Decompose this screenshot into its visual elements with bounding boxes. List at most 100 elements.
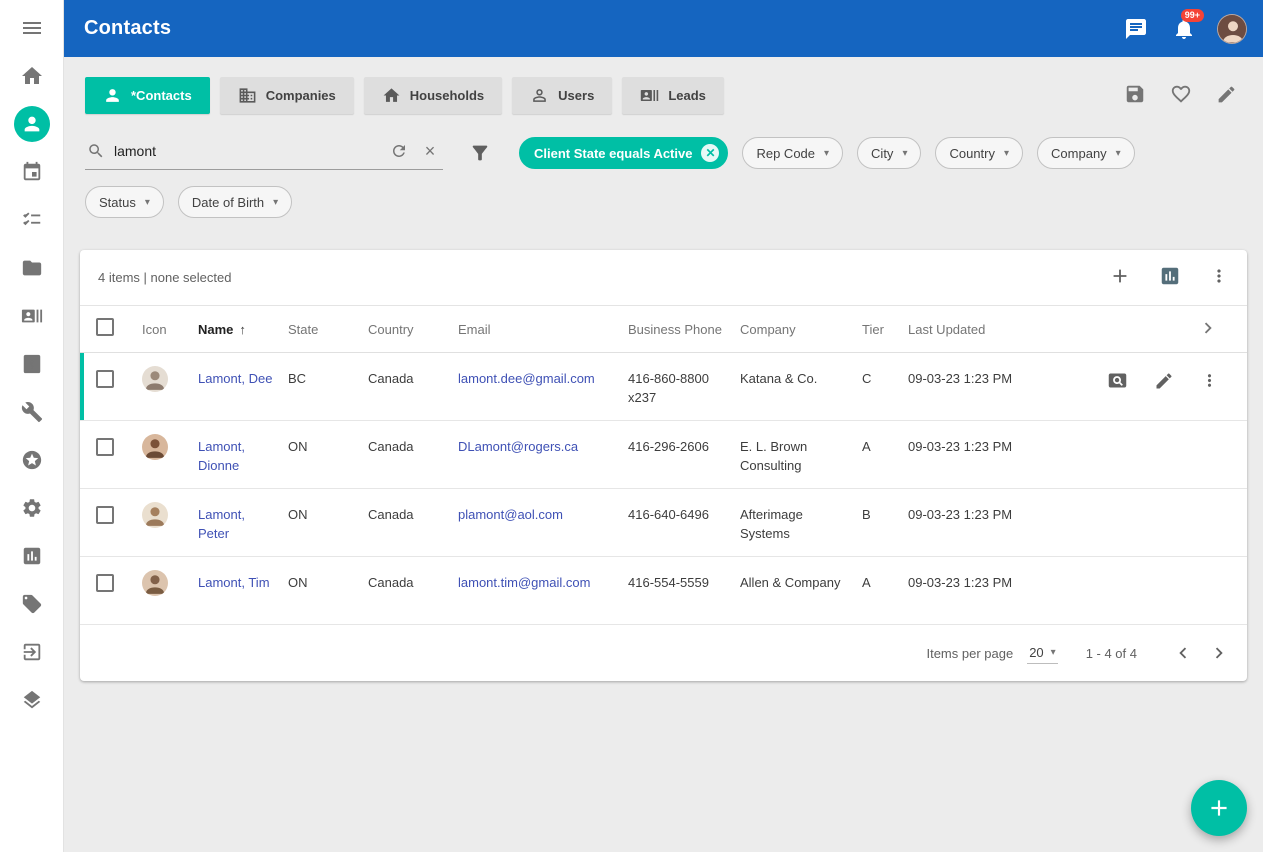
page-title: Contacts bbox=[84, 17, 171, 40]
tab-companies[interactable]: Companies bbox=[220, 77, 354, 114]
sidebar-item-tools[interactable] bbox=[12, 392, 52, 432]
contact-name-link[interactable]: Lamont, Tim bbox=[198, 575, 270, 590]
wrench-icon bbox=[21, 401, 43, 423]
sidebar-item-billing[interactable]: $ bbox=[12, 344, 52, 384]
column-header-company[interactable]: Company bbox=[740, 320, 862, 339]
table-row[interactable]: Lamont, Tim ON Canada lamont.tim@gmail.c… bbox=[80, 557, 1247, 625]
sidebar-item-layers[interactable] bbox=[12, 680, 52, 720]
contact-avatar bbox=[142, 502, 168, 528]
clear-search-button[interactable]: × bbox=[419, 140, 441, 162]
items-per-page-select[interactable]: 20▾ bbox=[1027, 643, 1058, 664]
preview-icon bbox=[1107, 370, 1128, 391]
sidebar-item-calendar[interactable] bbox=[12, 152, 52, 192]
sidebar-item-contacts[interactable] bbox=[12, 104, 52, 144]
select-all-checkbox[interactable] bbox=[96, 318, 114, 336]
chevron-down-icon: ▾ bbox=[145, 197, 150, 208]
next-page-button[interactable] bbox=[1201, 635, 1237, 671]
refresh-button[interactable] bbox=[388, 140, 410, 162]
tab-households[interactable]: Households bbox=[364, 77, 502, 114]
tab-users[interactable]: Users bbox=[512, 77, 612, 114]
add-column-button[interactable] bbox=[1109, 265, 1131, 290]
filter-chip-date-of-birth[interactable]: Date of Birth ▾ bbox=[178, 186, 292, 218]
chevron-down-icon: ▾ bbox=[273, 197, 278, 208]
sidebar-item-tasks[interactable] bbox=[12, 200, 52, 240]
contact-name-link[interactable]: Lamont, Peter bbox=[198, 507, 245, 541]
contact-email-link[interactable]: plamont@aol.com bbox=[458, 507, 563, 522]
filter-button[interactable] bbox=[465, 138, 495, 168]
table-row[interactable]: Lamont, Peter ON Canada plamont@aol.com … bbox=[80, 489, 1247, 557]
tab-label: *Contacts bbox=[131, 88, 192, 103]
tab-leads[interactable]: Leads bbox=[622, 77, 724, 114]
column-header-business-phone[interactable]: Business Phone bbox=[628, 320, 740, 339]
previous-page-button[interactable] bbox=[1165, 635, 1201, 671]
column-header-last-updated[interactable]: Last Updated bbox=[908, 320, 1058, 339]
contact-name-link[interactable]: Lamont, Dee bbox=[198, 371, 272, 386]
search-field: × bbox=[85, 136, 443, 170]
table-row[interactable]: Lamont, Dionne ON Canada DLamont@rogers.… bbox=[80, 421, 1247, 489]
menu-button[interactable] bbox=[12, 8, 52, 48]
sidebar-item-home[interactable] bbox=[12, 56, 52, 96]
chip-label: City bbox=[871, 146, 893, 161]
add-contact-fab[interactable] bbox=[1191, 780, 1247, 836]
tab-contacts[interactable]: *Contacts bbox=[85, 77, 210, 114]
filter-chip-company[interactable]: Company▾ bbox=[1037, 137, 1135, 169]
preview-button[interactable] bbox=[1107, 370, 1128, 394]
cell-state: BC bbox=[288, 369, 368, 388]
column-header-country[interactable]: Country bbox=[368, 320, 458, 339]
column-header-name[interactable]: Name↑ bbox=[198, 320, 288, 339]
home-icon bbox=[20, 64, 44, 88]
favorite-button[interactable] bbox=[1170, 83, 1192, 108]
list-more-button[interactable] bbox=[1209, 266, 1229, 289]
table-row[interactable]: Lamont, Dee BC Canada lamont.dee@gmail.c… bbox=[80, 353, 1247, 421]
chart-view-button[interactable] bbox=[1159, 265, 1181, 290]
filter-row-2: Status▾ Date of Birth ▾ bbox=[85, 186, 1247, 218]
active-indicator bbox=[14, 106, 50, 142]
cell-country: Canada bbox=[368, 505, 458, 524]
chevron-left-icon bbox=[1172, 642, 1194, 664]
pagination-range: 1 - 4 of 4 bbox=[1086, 646, 1137, 661]
sidebar-item-reports[interactable] bbox=[12, 536, 52, 576]
filter-chip-status[interactable]: Status▾ bbox=[85, 186, 164, 218]
sidebar-item-documents[interactable] bbox=[12, 248, 52, 288]
active-filter-chip[interactable]: Client State equals Active ✕ bbox=[519, 137, 728, 169]
list-toolbar: 4 items | none selected bbox=[80, 250, 1247, 306]
contact-email-link[interactable]: lamont.tim@gmail.com bbox=[458, 575, 590, 590]
filter-chip-rep-code[interactable]: Rep Code▾ bbox=[742, 137, 843, 169]
row-checkbox[interactable] bbox=[96, 370, 114, 388]
sidebar-item-contact-cards[interactable] bbox=[12, 296, 52, 336]
row-checkbox[interactable] bbox=[96, 438, 114, 456]
save-view-button[interactable] bbox=[1124, 83, 1146, 108]
edit-view-button[interactable] bbox=[1216, 84, 1237, 108]
scroll-columns-right-button[interactable] bbox=[1197, 317, 1219, 342]
row-checkbox[interactable] bbox=[96, 574, 114, 592]
column-header-email[interactable]: Email bbox=[458, 320, 628, 339]
sidebar-item-featured[interactable] bbox=[12, 440, 52, 480]
chip-label: Date of Birth bbox=[192, 195, 264, 210]
column-header-tier[interactable]: Tier bbox=[862, 320, 908, 339]
edit-row-button[interactable] bbox=[1154, 371, 1174, 394]
account-button[interactable] bbox=[1211, 8, 1253, 50]
chat-button[interactable] bbox=[1115, 8, 1157, 50]
remove-filter-icon[interactable]: ✕ bbox=[701, 144, 719, 162]
row-checkbox[interactable] bbox=[96, 506, 114, 524]
tab-label: Users bbox=[558, 88, 594, 103]
cell-phone: 416-296-2606 bbox=[628, 437, 740, 456]
filter-chip-city[interactable]: City▾ bbox=[857, 137, 921, 169]
sidebar-item-tags[interactable] bbox=[12, 584, 52, 624]
heart-icon bbox=[1170, 83, 1192, 105]
notifications-button[interactable]: 99+ bbox=[1163, 8, 1205, 50]
funnel-icon bbox=[469, 142, 491, 164]
contact-email-link[interactable]: DLamont@rogers.ca bbox=[458, 439, 578, 454]
column-header-icon[interactable]: Icon bbox=[142, 320, 198, 339]
contact-email-link[interactable]: lamont.dee@gmail.com bbox=[458, 371, 595, 386]
sidebar-item-exit[interactable] bbox=[12, 632, 52, 672]
tasks-icon bbox=[21, 209, 43, 231]
column-header-state[interactable]: State bbox=[288, 320, 368, 339]
row-more-button[interactable] bbox=[1200, 371, 1219, 393]
contact-name-link[interactable]: Lamont, Dionne bbox=[198, 439, 245, 473]
filter-chip-country[interactable]: Country▾ bbox=[935, 137, 1023, 169]
cell-country: Canada bbox=[368, 369, 458, 388]
sidebar-item-settings[interactable] bbox=[12, 488, 52, 528]
cell-tier: C bbox=[862, 369, 908, 388]
search-input[interactable] bbox=[114, 143, 379, 159]
